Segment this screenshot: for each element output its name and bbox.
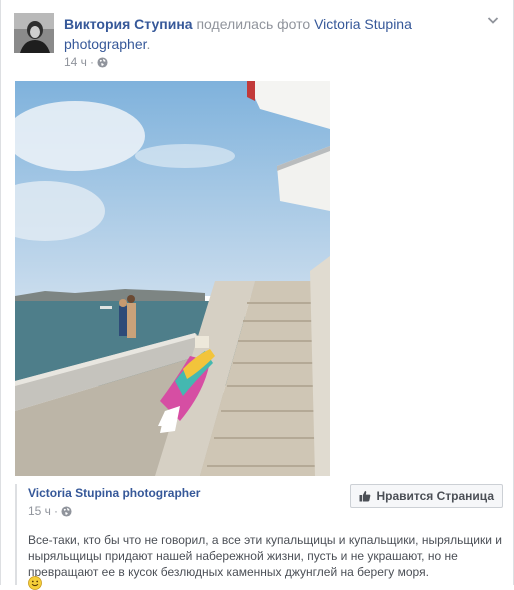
globe-icon [61,505,72,517]
post-header: Виктория Ступина поделилась фото Victori… [64,14,484,54]
shared-post-text: Все-таки, кто бы что не говорил, а все э… [28,533,502,579]
shared-page-name[interactable]: Victoria Stupina photographer [28,486,200,500]
post-photo[interactable] [15,81,330,476]
avatar-image [14,13,54,53]
shared-meta: 15 ч · [28,504,72,518]
post-meta: 14 ч · [64,55,108,69]
meta-separator: · [53,504,58,518]
shared-post: Victoria Stupina photographer 15 ч · Нра… [15,484,507,590]
author-avatar[interactable] [14,13,54,53]
smiley-icon [28,576,42,590]
header-period: . [146,36,151,52]
chevron-down-icon[interactable] [487,14,499,26]
action-text: поделилась фото [196,16,311,32]
meta-separator: · [89,55,94,69]
like-page-button[interactable]: Нравится Страница [350,484,503,508]
shared-timestamp[interactable]: 15 ч [28,504,51,518]
seafront-photo [15,81,330,476]
feed-post: Виктория Ступина поделилась фото Victori… [0,0,514,590]
post-timestamp[interactable]: 14 ч [64,55,87,69]
like-page-label: Нравится Страница [376,489,494,503]
thumbs-up-icon [359,491,371,502]
author-name[interactable]: Виктория Ступина [64,16,193,32]
globe-icon[interactable] [97,56,108,68]
